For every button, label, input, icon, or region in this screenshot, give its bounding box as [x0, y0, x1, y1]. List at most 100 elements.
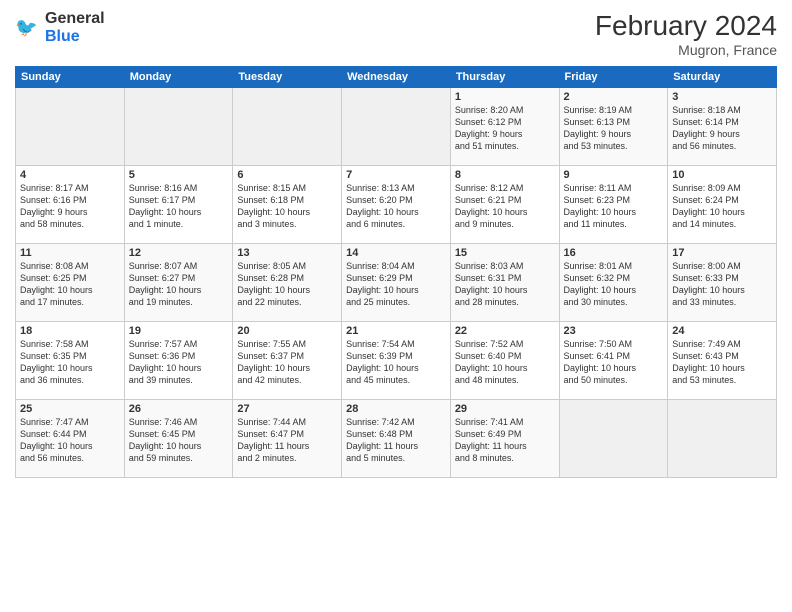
- calendar-day-header: Friday: [559, 67, 668, 88]
- page: 🐦 General Blue February 2024 Mugron, Fra…: [0, 0, 792, 612]
- day-number: 28: [346, 403, 446, 415]
- calendar-week-row: 25Sunrise: 7:47 AM Sunset: 6:44 PM Dayli…: [16, 400, 777, 478]
- calendar-cell: 29Sunrise: 7:41 AM Sunset: 6:49 PM Dayli…: [450, 400, 559, 478]
- day-info: Sunrise: 7:57 AM Sunset: 6:36 PM Dayligh…: [129, 338, 229, 387]
- calendar-cell: 16Sunrise: 8:01 AM Sunset: 6:32 PM Dayli…: [559, 244, 668, 322]
- calendar-cell: 15Sunrise: 8:03 AM Sunset: 6:31 PM Dayli…: [450, 244, 559, 322]
- logo-bird-icon: 🐦: [15, 14, 43, 42]
- day-info: Sunrise: 8:04 AM Sunset: 6:29 PM Dayligh…: [346, 260, 446, 309]
- logo-text: General Blue: [45, 10, 105, 45]
- title-block: February 2024 Mugron, France: [595, 10, 777, 58]
- day-info: Sunrise: 8:19 AM Sunset: 6:13 PM Dayligh…: [564, 104, 664, 153]
- day-number: 2: [564, 91, 664, 103]
- day-number: 5: [129, 169, 229, 181]
- calendar-cell: [16, 88, 125, 166]
- day-info: Sunrise: 7:47 AM Sunset: 6:44 PM Dayligh…: [20, 416, 120, 465]
- calendar-week-row: 4Sunrise: 8:17 AM Sunset: 6:16 PM Daylig…: [16, 166, 777, 244]
- day-info: Sunrise: 8:13 AM Sunset: 6:20 PM Dayligh…: [346, 182, 446, 231]
- day-number: 18: [20, 325, 120, 337]
- calendar-cell: 5Sunrise: 8:16 AM Sunset: 6:17 PM Daylig…: [124, 166, 233, 244]
- calendar-cell: 1Sunrise: 8:20 AM Sunset: 6:12 PM Daylig…: [450, 88, 559, 166]
- day-info: Sunrise: 8:00 AM Sunset: 6:33 PM Dayligh…: [672, 260, 772, 309]
- calendar-day-header: Thursday: [450, 67, 559, 88]
- calendar-cell: 9Sunrise: 8:11 AM Sunset: 6:23 PM Daylig…: [559, 166, 668, 244]
- calendar-cell: 7Sunrise: 8:13 AM Sunset: 6:20 PM Daylig…: [342, 166, 451, 244]
- calendar-cell: 25Sunrise: 7:47 AM Sunset: 6:44 PM Dayli…: [16, 400, 125, 478]
- calendar-cell: 14Sunrise: 8:04 AM Sunset: 6:29 PM Dayli…: [342, 244, 451, 322]
- calendar-cell: [342, 88, 451, 166]
- calendar-cell: 3Sunrise: 8:18 AM Sunset: 6:14 PM Daylig…: [668, 88, 777, 166]
- calendar-cell: 4Sunrise: 8:17 AM Sunset: 6:16 PM Daylig…: [16, 166, 125, 244]
- day-number: 10: [672, 169, 772, 181]
- day-info: Sunrise: 7:58 AM Sunset: 6:35 PM Dayligh…: [20, 338, 120, 387]
- calendar-day-header: Wednesday: [342, 67, 451, 88]
- calendar-day-header: Saturday: [668, 67, 777, 88]
- calendar-cell: 10Sunrise: 8:09 AM Sunset: 6:24 PM Dayli…: [668, 166, 777, 244]
- day-info: Sunrise: 8:12 AM Sunset: 6:21 PM Dayligh…: [455, 182, 555, 231]
- day-info: Sunrise: 8:20 AM Sunset: 6:12 PM Dayligh…: [455, 104, 555, 153]
- calendar-week-row: 1Sunrise: 8:20 AM Sunset: 6:12 PM Daylig…: [16, 88, 777, 166]
- day-number: 6: [237, 169, 337, 181]
- calendar-cell: 19Sunrise: 7:57 AM Sunset: 6:36 PM Dayli…: [124, 322, 233, 400]
- month-year-title: February 2024: [595, 10, 777, 42]
- day-number: 26: [129, 403, 229, 415]
- day-number: 25: [20, 403, 120, 415]
- calendar-cell: [668, 400, 777, 478]
- day-number: 12: [129, 247, 229, 259]
- day-number: 27: [237, 403, 337, 415]
- day-info: Sunrise: 8:09 AM Sunset: 6:24 PM Dayligh…: [672, 182, 772, 231]
- day-info: Sunrise: 7:54 AM Sunset: 6:39 PM Dayligh…: [346, 338, 446, 387]
- day-number: 4: [20, 169, 120, 181]
- calendar-week-row: 18Sunrise: 7:58 AM Sunset: 6:35 PM Dayli…: [16, 322, 777, 400]
- day-number: 13: [237, 247, 337, 259]
- calendar-week-row: 11Sunrise: 8:08 AM Sunset: 6:25 PM Dayli…: [16, 244, 777, 322]
- day-info: Sunrise: 7:49 AM Sunset: 6:43 PM Dayligh…: [672, 338, 772, 387]
- day-info: Sunrise: 7:44 AM Sunset: 6:47 PM Dayligh…: [237, 416, 337, 465]
- logo: 🐦 General Blue: [15, 10, 105, 45]
- day-info: Sunrise: 8:16 AM Sunset: 6:17 PM Dayligh…: [129, 182, 229, 231]
- calendar-cell: [559, 400, 668, 478]
- calendar-cell: 6Sunrise: 8:15 AM Sunset: 6:18 PM Daylig…: [233, 166, 342, 244]
- svg-text:🐦: 🐦: [15, 17, 38, 37]
- day-number: 20: [237, 325, 337, 337]
- day-info: Sunrise: 8:18 AM Sunset: 6:14 PM Dayligh…: [672, 104, 772, 153]
- day-info: Sunrise: 8:07 AM Sunset: 6:27 PM Dayligh…: [129, 260, 229, 309]
- calendar-day-header: Monday: [124, 67, 233, 88]
- day-number: 1: [455, 91, 555, 103]
- day-number: 24: [672, 325, 772, 337]
- day-number: 21: [346, 325, 446, 337]
- day-number: 16: [564, 247, 664, 259]
- day-info: Sunrise: 8:17 AM Sunset: 6:16 PM Dayligh…: [20, 182, 120, 231]
- header: 🐦 General Blue February 2024 Mugron, Fra…: [15, 10, 777, 58]
- location-subtitle: Mugron, France: [595, 42, 777, 58]
- calendar-cell: 28Sunrise: 7:42 AM Sunset: 6:48 PM Dayli…: [342, 400, 451, 478]
- calendar-cell: 18Sunrise: 7:58 AM Sunset: 6:35 PM Dayli…: [16, 322, 125, 400]
- calendar-cell: 26Sunrise: 7:46 AM Sunset: 6:45 PM Dayli…: [124, 400, 233, 478]
- calendar-header-row: SundayMondayTuesdayWednesdayThursdayFrid…: [16, 67, 777, 88]
- day-number: 15: [455, 247, 555, 259]
- day-number: 17: [672, 247, 772, 259]
- day-number: 14: [346, 247, 446, 259]
- day-info: Sunrise: 7:41 AM Sunset: 6:49 PM Dayligh…: [455, 416, 555, 465]
- calendar-cell: 20Sunrise: 7:55 AM Sunset: 6:37 PM Dayli…: [233, 322, 342, 400]
- day-number: 9: [564, 169, 664, 181]
- day-number: 29: [455, 403, 555, 415]
- calendar-cell: 12Sunrise: 8:07 AM Sunset: 6:27 PM Dayli…: [124, 244, 233, 322]
- calendar-day-header: Tuesday: [233, 67, 342, 88]
- day-info: Sunrise: 7:46 AM Sunset: 6:45 PM Dayligh…: [129, 416, 229, 465]
- day-number: 19: [129, 325, 229, 337]
- calendar-cell: 11Sunrise: 8:08 AM Sunset: 6:25 PM Dayli…: [16, 244, 125, 322]
- calendar-cell: 23Sunrise: 7:50 AM Sunset: 6:41 PM Dayli…: [559, 322, 668, 400]
- day-number: 22: [455, 325, 555, 337]
- day-number: 3: [672, 91, 772, 103]
- day-info: Sunrise: 8:15 AM Sunset: 6:18 PM Dayligh…: [237, 182, 337, 231]
- day-info: Sunrise: 8:05 AM Sunset: 6:28 PM Dayligh…: [237, 260, 337, 309]
- day-info: Sunrise: 8:01 AM Sunset: 6:32 PM Dayligh…: [564, 260, 664, 309]
- day-number: 7: [346, 169, 446, 181]
- calendar-day-header: Sunday: [16, 67, 125, 88]
- day-info: Sunrise: 8:03 AM Sunset: 6:31 PM Dayligh…: [455, 260, 555, 309]
- day-number: 23: [564, 325, 664, 337]
- calendar-cell: [124, 88, 233, 166]
- day-info: Sunrise: 8:08 AM Sunset: 6:25 PM Dayligh…: [20, 260, 120, 309]
- calendar-cell: [233, 88, 342, 166]
